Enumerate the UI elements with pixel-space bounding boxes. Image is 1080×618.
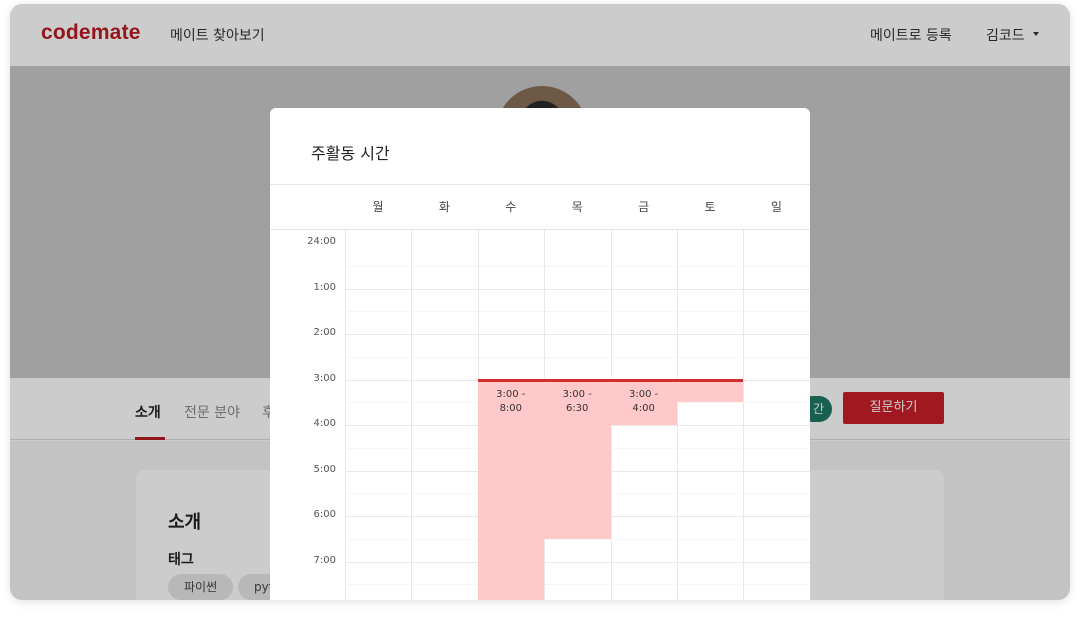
grid-half-hour-line bbox=[345, 584, 810, 586]
time-label: 6:00 bbox=[313, 509, 336, 520]
modal-title: 주활동 시간 bbox=[311, 144, 390, 163]
grid-half-hour-line bbox=[345, 311, 810, 313]
time-label: 5:00 bbox=[313, 463, 336, 475]
grid-half-hour-line bbox=[345, 538, 810, 540]
current-time-marker bbox=[477, 378, 744, 382]
day-header: 월 bbox=[372, 200, 384, 214]
app-window: codemate 메이트 찾아보기 메이트로 등록 김코드 소개 전문 분야 후… bbox=[10, 4, 1070, 600]
day-header: 금 bbox=[638, 200, 650, 214]
activity-time-modal: 주활동 시간 월 화 수 목 금 토 일 24:00 1:00 2:00 3:00 4:00 5:00… bbox=[270, 108, 810, 600]
day-header: 화 bbox=[438, 200, 450, 214]
grid-row-line bbox=[345, 288, 810, 290]
activity-block[interactable] bbox=[677, 379, 744, 403]
grid-column-line bbox=[743, 230, 745, 600]
grid-row-line bbox=[345, 561, 810, 563]
time-label: 1:00 bbox=[313, 281, 336, 293]
grid-row-line bbox=[345, 334, 810, 335]
day-header: 토 bbox=[704, 200, 716, 214]
time-label: 7:00 bbox=[313, 554, 336, 566]
time-label: 3:00 bbox=[313, 372, 336, 384]
time-label: 4:00 bbox=[313, 418, 336, 429]
activity-block-label: 3:00 -6:30 bbox=[562, 388, 592, 414]
divider bbox=[270, 184, 810, 185]
day-header: 목 bbox=[571, 200, 583, 214]
time-label: 24:00 bbox=[307, 236, 336, 247]
schedule-grid: 24:001:002:003:004:005:006:007:008:003:0… bbox=[270, 230, 810, 600]
grid-column-line bbox=[345, 230, 346, 600]
day-header: 일 bbox=[770, 200, 782, 214]
grid-column-line bbox=[411, 230, 413, 600]
activity-block-label: 3:00 -4:00 bbox=[628, 388, 659, 414]
time-label: 2:00 bbox=[313, 327, 336, 338]
day-header: 수 bbox=[505, 200, 517, 214]
activity-block-label: 3:00 -8:00 bbox=[496, 388, 526, 414]
grid-half-hour-line bbox=[345, 356, 810, 358]
grid-column-line bbox=[677, 230, 678, 600]
grid-half-hour-line bbox=[345, 265, 810, 267]
